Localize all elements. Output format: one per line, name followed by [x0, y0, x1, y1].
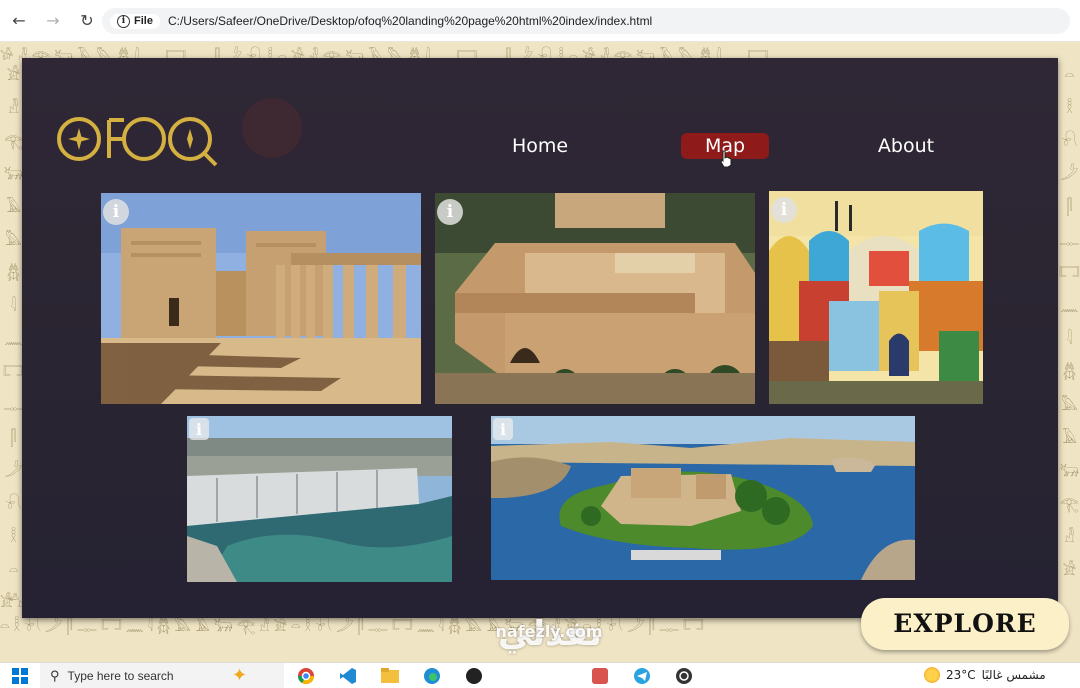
hand-cursor-icon	[720, 150, 732, 168]
taskbar-search[interactable]: ⚲ Type here to search ✦	[40, 663, 284, 688]
forward-arrow-icon[interactable]: →	[38, 6, 68, 36]
obs-icon[interactable]	[673, 666, 695, 686]
gallery-card-nubian-village[interactable]: i	[769, 191, 983, 404]
browser-toolbar: ← → ↻ i File C:/Users/Safeer/OneDrive/De…	[0, 0, 1080, 42]
weather-temp: 23°C	[946, 668, 976, 682]
decorative-glow	[242, 98, 302, 158]
chrome-icon[interactable]	[295, 666, 317, 686]
gallery-card-philae-temple[interactable]: i	[101, 193, 421, 404]
info-icon[interactable]: i	[189, 418, 209, 440]
github-icon[interactable]	[463, 666, 485, 686]
windows-taskbar: ⚲ Type here to search ✦ 23°C مشمس غالبًا	[0, 662, 1080, 688]
site-info-chip[interactable]: i File	[110, 13, 160, 29]
reload-icon[interactable]: ↻	[72, 6, 102, 36]
search-icon: ⚲	[50, 668, 60, 683]
weather-widget[interactable]: 23°C مشمس غالبًا	[924, 667, 1046, 683]
back-arrow-icon[interactable]: ←	[4, 6, 34, 36]
info-icon[interactable]: i	[437, 199, 463, 225]
info-circle-icon: i	[117, 14, 130, 28]
vscode-icon[interactable]	[337, 666, 359, 686]
sparkle-icon: ✦	[232, 665, 248, 685]
file-explorer-icon[interactable]	[379, 666, 401, 686]
url-text: C:/Users/Safeer/OneDrive/Desktop/ofoq%20…	[167, 14, 653, 28]
app-icon[interactable]	[589, 666, 611, 686]
address-bar[interactable]: i File C:/Users/Safeer/OneDrive/Desktop/…	[102, 8, 1070, 34]
sun-icon	[924, 667, 940, 683]
explore-button[interactable]: EXPLORE	[861, 598, 1069, 650]
watermark-url: nafezly.com	[495, 622, 603, 641]
nav-home-link[interactable]: Home	[502, 132, 578, 160]
info-icon[interactable]: i	[493, 418, 513, 440]
hieroglyph-border-right: 𓏏𓎛𓍯𓌳𓋴𓊃𓉐𓈖𓇋𓆣𓅓𓄿𓃒𓂀𓁐𓀀𓏏𓎛𓍯𓌳	[1058, 60, 1076, 600]
file-label: File	[134, 15, 153, 27]
dam-photo	[187, 416, 452, 582]
page-viewport: 𓀀𓁐𓂀𓃒𓄿𓅓𓆣𓇋𓈖𓉐𓊃𓋴𓌳𓍯𓎛𓏏𓀀𓁐𓂀𓃒𓄿𓅓𓆣𓇋𓈖𓉐𓊃𓋴𓌳𓍯𓎛𓏏𓀀𓁐𓂀𓃒𓄿𓅓𓆣𓇋…	[0, 42, 1080, 662]
ofoq-logo[interactable]	[54, 108, 220, 170]
info-icon[interactable]: i	[771, 197, 797, 223]
main-panel: Home Map About i i i i i	[22, 58, 1058, 618]
gallery-card-aswan-dam[interactable]: i	[187, 416, 452, 582]
telegram-icon[interactable]	[631, 666, 653, 686]
fortress-photo	[435, 193, 755, 404]
weather-desc: مشمس غالبًا	[981, 668, 1046, 682]
edge-icon[interactable]	[421, 666, 443, 686]
island-photo	[491, 416, 915, 580]
taskbar-search-placeholder: Type here to search	[67, 669, 174, 683]
windows-start-icon[interactable]	[0, 663, 40, 688]
temple-photo	[101, 193, 421, 404]
village-photo	[769, 191, 983, 404]
info-icon[interactable]: i	[103, 199, 129, 225]
gallery-card-desert-fortress[interactable]: i	[435, 193, 755, 404]
gallery-card-philae-island[interactable]: i	[491, 416, 915, 580]
nav-about-link[interactable]: About	[868, 132, 944, 160]
hieroglyph-border-left: 𓀀𓁐𓂀𓃒𓄿𓅓𓆣𓇋𓈖𓉐𓊃𓋴𓌳𓍯𓎛𓏏𓀀𓁐𓂀𓃒𓄿	[2, 60, 20, 600]
